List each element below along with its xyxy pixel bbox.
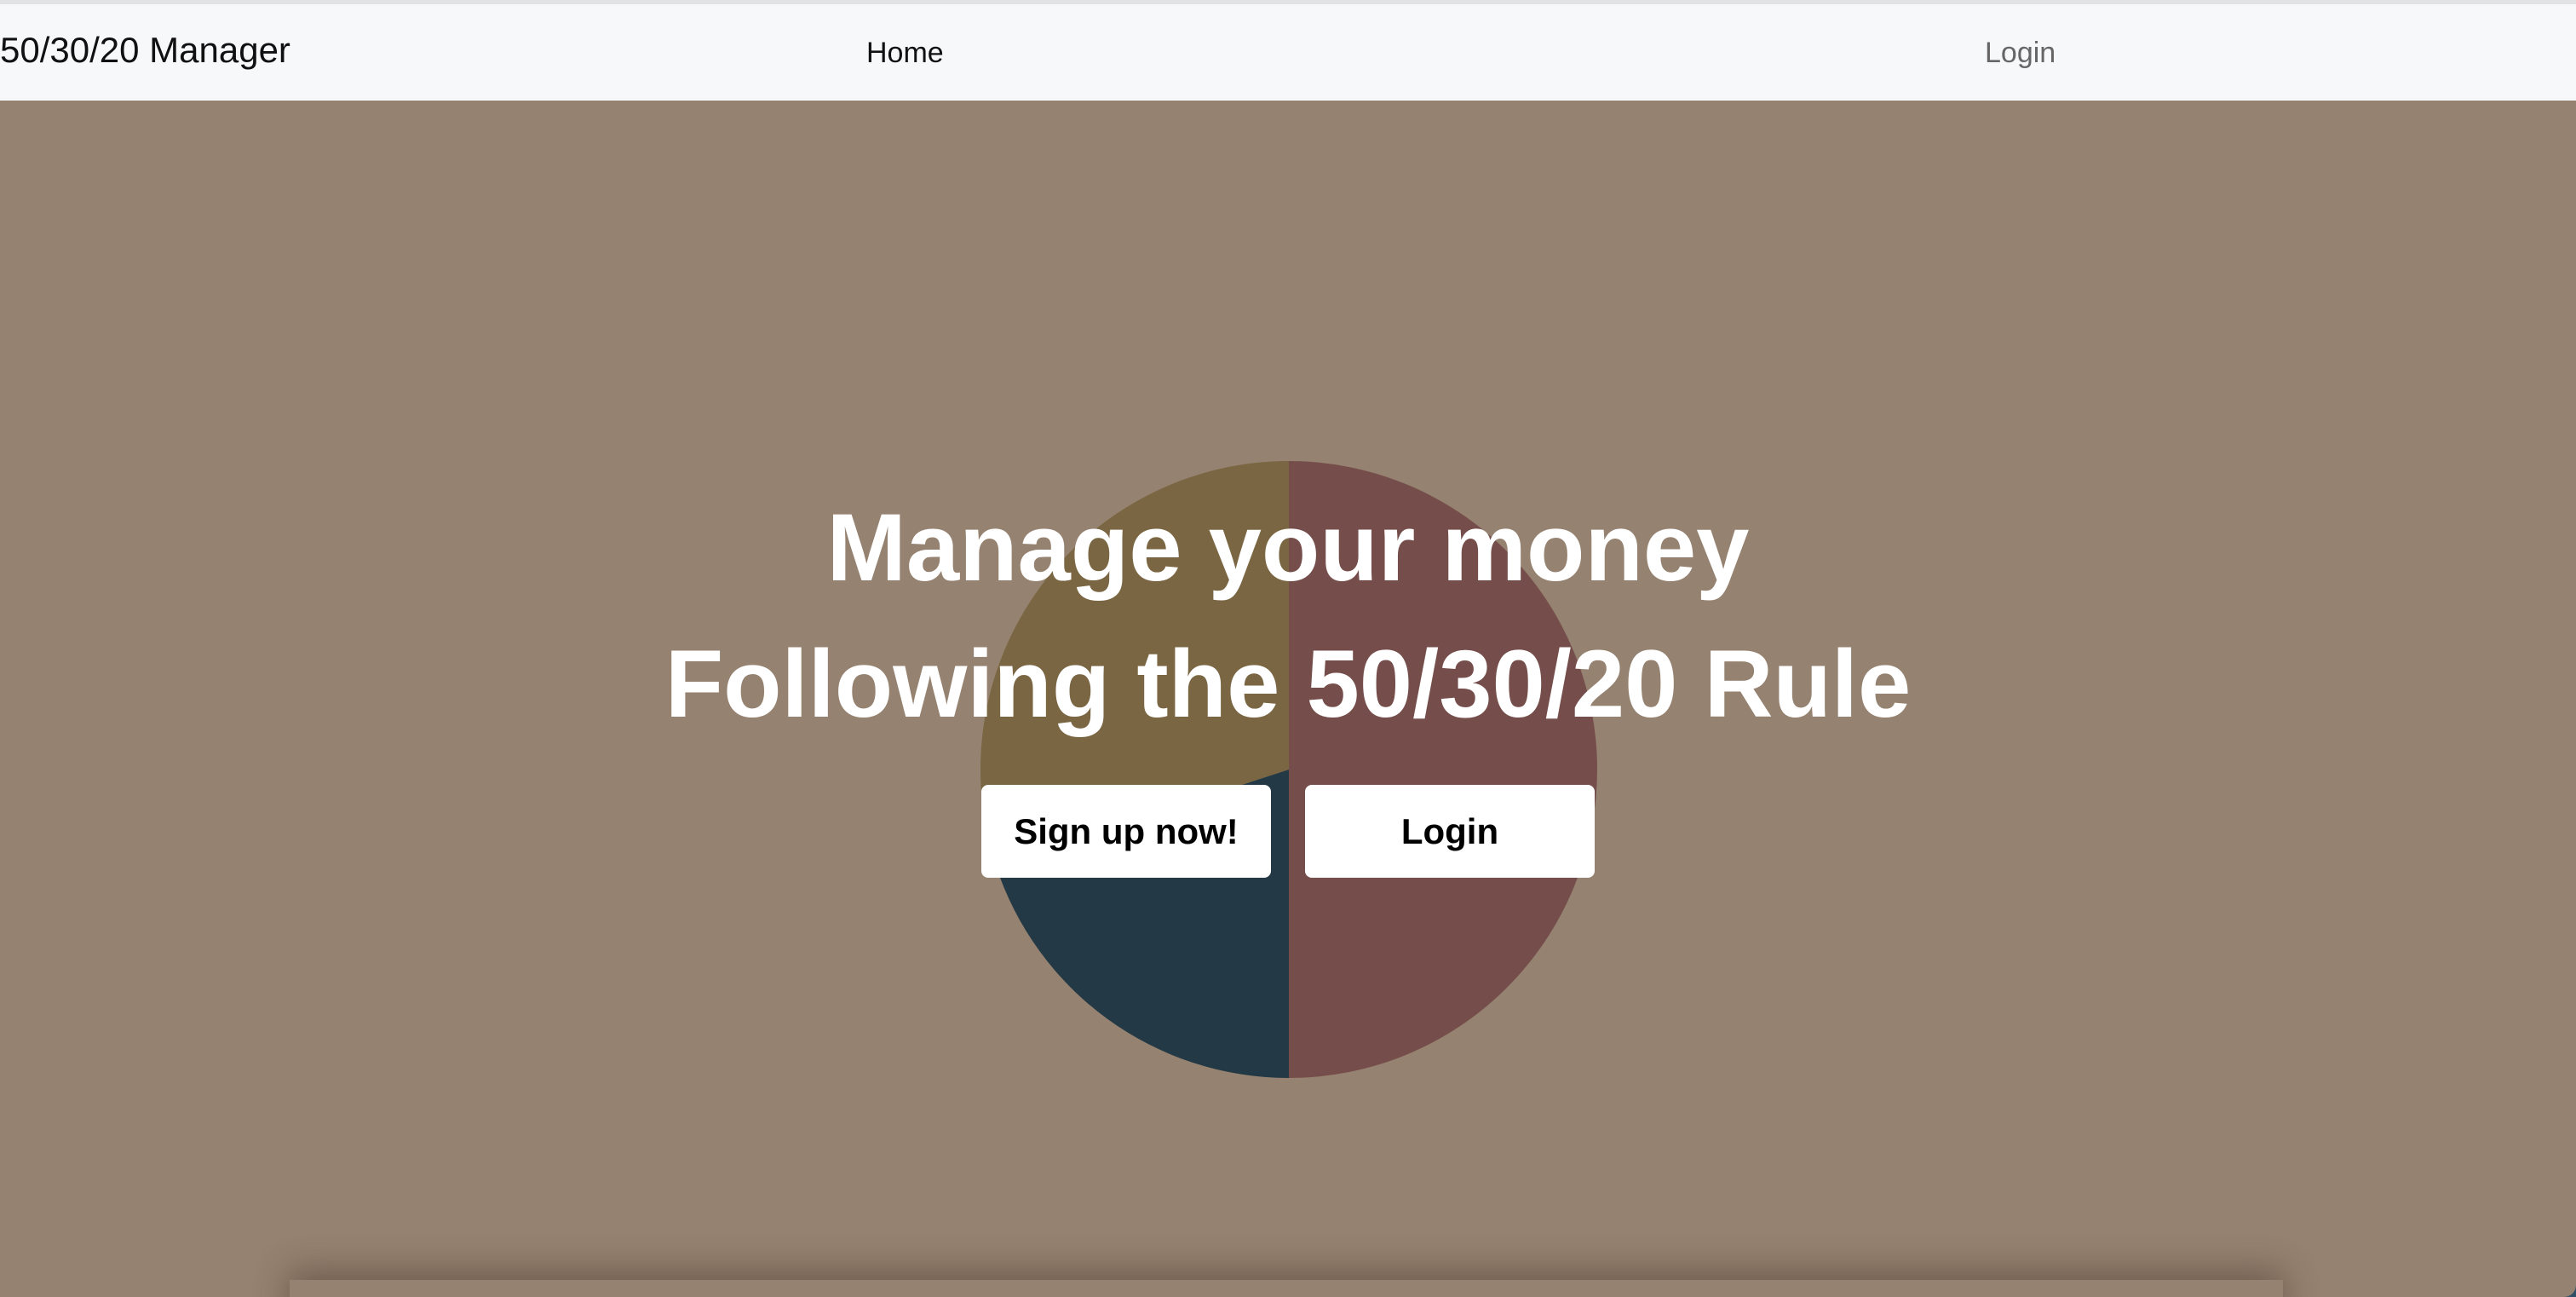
signup-button[interactable]: Sign up now!	[981, 785, 1271, 878]
nav-login-link[interactable]: Login	[1985, 37, 2056, 70]
hero-headline-line2: Following the 50/30/20 Rule	[664, 631, 1912, 737]
nav-home-link[interactable]: Home	[866, 37, 944, 70]
hero-bottom-shadow	[290, 1280, 2283, 1297]
hero-headline-line1: Manage your money	[826, 494, 1750, 601]
navbar: 50/30/20 Manager Home Login	[0, 4, 2576, 101]
brand-title[interactable]: 50/30/20 Manager	[0, 30, 290, 71]
login-button[interactable]: Login	[1305, 785, 1595, 878]
hero-section: Manage your money Following the 50/30/20…	[0, 101, 2576, 1297]
